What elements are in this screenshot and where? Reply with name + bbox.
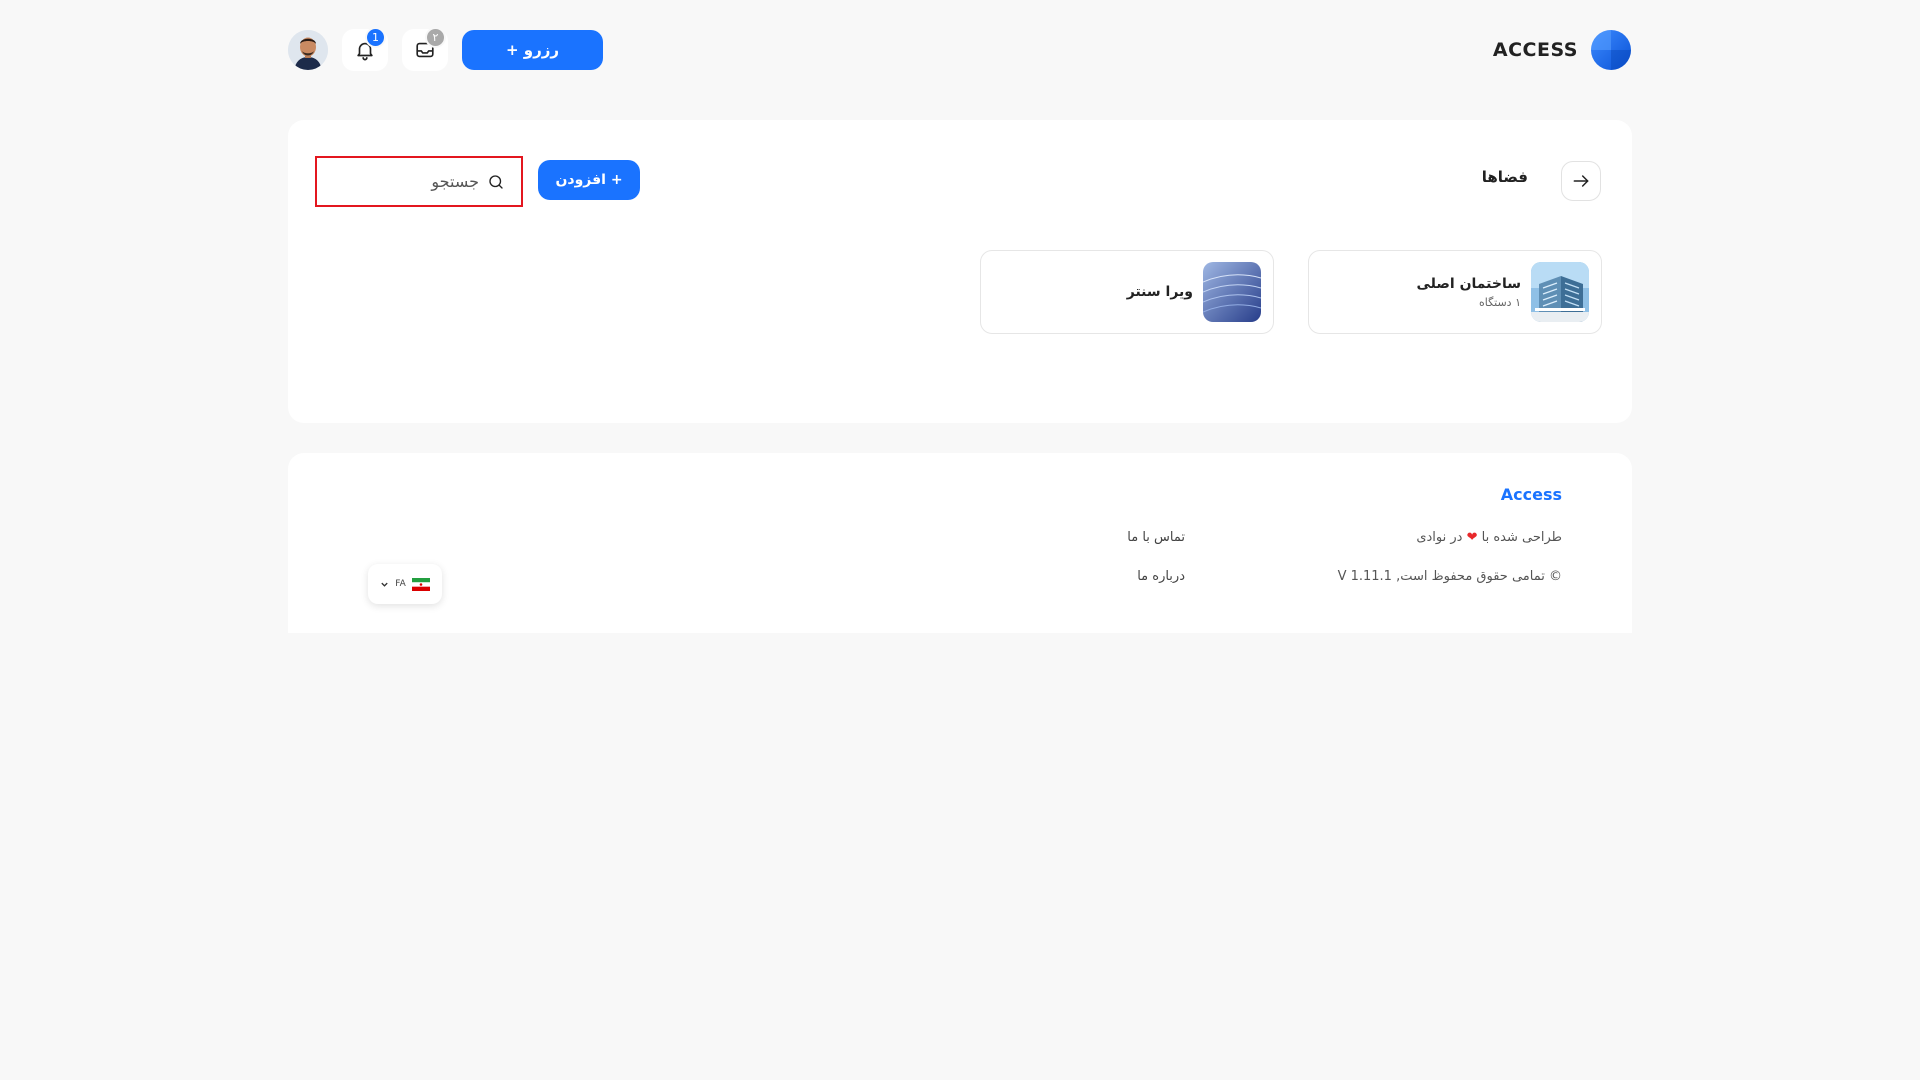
designed-prefix: طراحی شده با — [1481, 530, 1562, 545]
notifications-button[interactable]: 1 — [342, 27, 388, 71]
footer: Access طراحی شده با ❤ در نوادی © تمامی ح… — [288, 453, 1632, 633]
footer-brand: Access — [1500, 485, 1562, 504]
arrow-right-icon — [1573, 175, 1589, 187]
contact-link[interactable]: تماس با ما — [1127, 530, 1185, 545]
inbox-count-badge: ۲ — [425, 27, 446, 48]
about-link[interactable]: درباره ما — [1137, 569, 1185, 584]
search-icon — [489, 174, 503, 189]
language-code: FA — [395, 579, 406, 589]
page: 1 ۲ + رزرو ACCESS فضاها افزودن + جستجو س… — [0, 0, 1920, 1080]
building-thumbnail — [1203, 262, 1261, 322]
chevron-down-icon — [381, 582, 388, 587]
space-info: ساختمان اصلی ۱ دستگاه — [1416, 276, 1521, 309]
space-info: ویرا سنتر — [1127, 284, 1193, 300]
designed-by-text: طراحی شده با ❤ در نوادی — [1416, 530, 1562, 545]
spaces-card: فضاها افزودن + ساختمان اصلی — [288, 120, 1632, 423]
space-card-vira-center[interactable]: ویرا سنتر — [980, 250, 1274, 334]
space-name: ویرا سنتر — [1126, 284, 1193, 300]
notification-count-badge: 1 — [365, 27, 386, 48]
back-button[interactable] — [1561, 161, 1601, 201]
space-name: ساختمان اصلی — [1416, 275, 1521, 292]
reserve-button[interactable]: + رزرو — [462, 30, 604, 70]
brand-name: ACCESS — [1492, 39, 1578, 61]
reserve-button-label: + رزرو — [506, 41, 560, 59]
brand-logo — [1591, 30, 1631, 70]
add-space-button-label: افزودن + — [555, 172, 623, 188]
language-select[interactable]: FA — [368, 564, 442, 604]
iran-flag-icon — [411, 577, 430, 591]
add-space-button[interactable]: افزودن + — [538, 160, 640, 200]
search-box[interactable] — [315, 156, 523, 207]
top-header: 1 ۲ + رزرو ACCESS — [288, 27, 1632, 71]
building-thumbnail — [1531, 262, 1589, 322]
space-device-count: ۱ دستگاه — [1478, 295, 1521, 309]
inbox-button[interactable]: ۲ — [402, 27, 448, 71]
header-actions: 1 ۲ + رزرو — [288, 27, 604, 71]
copyright-text: © تمامی حقوق محفوظ است, V 1.11.1 — [1337, 569, 1562, 584]
brand[interactable]: ACCESS — [1493, 29, 1632, 71]
designed-suffix: در نوادی — [1416, 530, 1463, 545]
heart-icon: ❤ — [1466, 530, 1478, 545]
search-input[interactable] — [333, 172, 479, 191]
page-title: فضاها — [1481, 168, 1528, 186]
avatar[interactable] — [288, 30, 328, 70]
space-card-main-building[interactable]: ساختمان اصلی ۱ دستگاه — [1308, 250, 1602, 334]
